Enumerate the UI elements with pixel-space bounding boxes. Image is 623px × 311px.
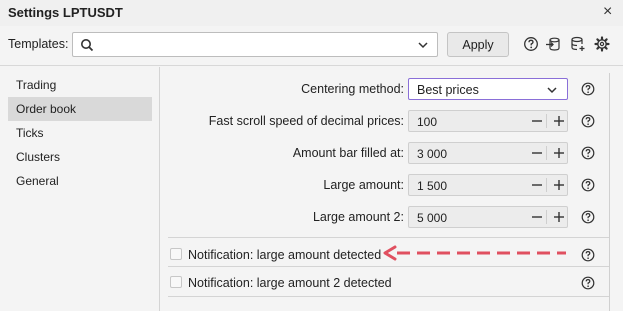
window-title: Settings LPTUSDT (8, 5, 123, 20)
large-amount-2-label: Large amount 2: (312, 210, 404, 224)
help-icon[interactable] (581, 276, 595, 290)
row-divider (168, 296, 609, 297)
fast-scroll-stepper[interactable]: 100 (408, 110, 568, 132)
apply-button[interactable]: Apply (447, 32, 509, 57)
help-icon[interactable] (581, 114, 595, 128)
divider (546, 114, 547, 128)
sidebar-item-clusters[interactable]: Clusters (8, 145, 152, 169)
divider (546, 210, 547, 224)
large-amount-stepper[interactable]: 1 500 (408, 174, 568, 196)
sidebar-item-trading[interactable]: Trading (8, 73, 152, 97)
help-icon[interactable] (581, 210, 595, 224)
templates-label: Templates: (8, 37, 69, 51)
import-icon[interactable] (545, 36, 561, 52)
large-amount-2-value[interactable]: 5 000 (417, 211, 447, 225)
search-icon (81, 39, 94, 52)
annotation-arrow (383, 245, 566, 261)
plus-icon[interactable] (549, 207, 569, 227)
divider (546, 178, 547, 192)
settings-sidebar: Trading Order book Ticks Clusters Genera… (0, 67, 160, 311)
large-amount-2-stepper[interactable]: 5 000 (408, 206, 568, 228)
centering-method-label: Centering method: (301, 82, 404, 96)
scrollbar-track[interactable] (609, 73, 610, 311)
fast-scroll-label: Fast scroll speed of decimal prices: (208, 114, 404, 128)
large-amount-notification-checkbox[interactable] (170, 248, 182, 260)
database-add-icon[interactable] (570, 36, 586, 52)
sidebar-item-general[interactable]: General (8, 169, 152, 193)
sidebar-item-order-book[interactable]: Order book (8, 97, 152, 121)
minus-icon[interactable] (527, 175, 547, 195)
title-bar: Settings LPTUSDT × (0, 0, 623, 26)
divider (546, 146, 547, 160)
fast-scroll-value[interactable]: 100 (417, 115, 437, 129)
amount-bar-label: Amount bar filled at: (292, 146, 404, 160)
help-icon[interactable] (581, 178, 595, 192)
help-icon[interactable] (523, 36, 539, 52)
large-amount-value[interactable]: 1 500 (417, 179, 447, 193)
large-amount-2-notification-checkbox[interactable] (170, 276, 182, 288)
chevron-down-icon (547, 87, 557, 94)
large-amount-notification-label[interactable]: Notification: large amount detected (188, 248, 381, 262)
minus-icon[interactable] (527, 143, 547, 163)
amount-bar-stepper[interactable]: 3 000 (408, 142, 568, 164)
gear-icon[interactable] (594, 36, 610, 52)
section-divider (168, 237, 609, 238)
help-icon[interactable] (581, 146, 595, 160)
centering-method-dropdown[interactable]: Best prices (408, 78, 568, 100)
close-icon[interactable]: × (603, 3, 612, 21)
row-divider (168, 266, 609, 267)
help-icon[interactable] (581, 248, 595, 262)
plus-icon[interactable] (549, 111, 569, 131)
templates-select[interactable] (72, 32, 438, 57)
minus-icon[interactable] (527, 111, 547, 131)
chevron-down-icon (418, 42, 428, 49)
plus-icon[interactable] (549, 143, 569, 163)
large-amount-label: Large amount: (323, 178, 404, 192)
sidebar-item-ticks[interactable]: Ticks (8, 121, 152, 145)
large-amount-2-notification-label[interactable]: Notification: large amount 2 detected (188, 276, 392, 290)
plus-icon[interactable] (549, 175, 569, 195)
minus-icon[interactable] (527, 207, 547, 227)
amount-bar-value[interactable]: 3 000 (417, 147, 447, 161)
templates-toolbar: Templates: Apply (0, 26, 623, 66)
centering-method-value: Best prices (417, 83, 479, 97)
help-icon[interactable] (581, 82, 595, 96)
